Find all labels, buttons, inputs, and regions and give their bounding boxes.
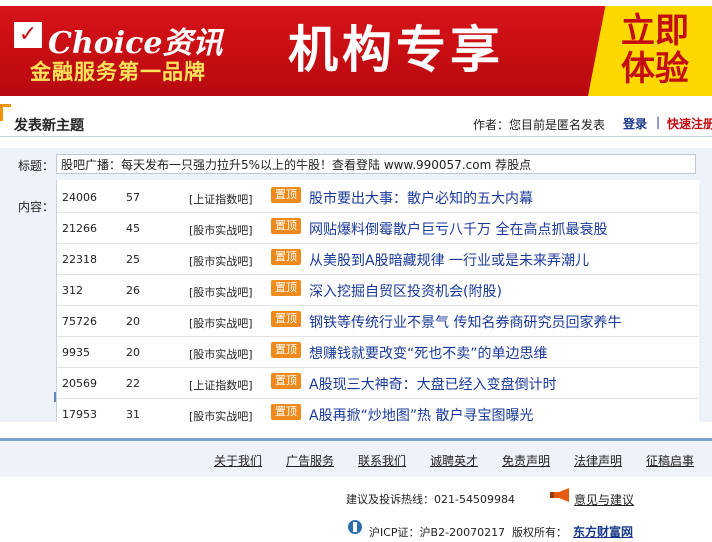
category-label[interactable]: [股市实战吧] — [189, 346, 253, 362]
ad-banner[interactable]: ✓ Choice资讯 金融服务第一品牌 机构专享 立即体验 — [0, 0, 712, 96]
link-separator: | — [656, 115, 661, 129]
category-label[interactable]: [上证指数吧] — [189, 377, 253, 393]
views-count: 9935 — [62, 346, 90, 359]
pinned-badge: 置顶 — [271, 342, 301, 358]
replies-count: 57 — [126, 191, 140, 204]
page-title: 发表新主题 — [14, 118, 84, 134]
topic-link[interactable]: 股市要出大事：散户必知的五大内幕 — [309, 188, 533, 208]
topic-link[interactable]: 网贴爆料倒霉散户巨亏八千万 全在高点抓最衰股 — [309, 219, 607, 239]
complaint-hotline: 建议及投诉热线：021-54509984 — [346, 493, 515, 506]
list-item: 20569 22 [上证指数吧] 置顶 A股现三大神奇：大盘已经入变盘倒计时 — [57, 368, 699, 399]
replies-count: 20 — [126, 346, 140, 359]
login-link[interactable]: 登录 — [623, 115, 647, 132]
pinned-badge: 置顶 — [271, 311, 301, 327]
checkmark-icon: ✓ — [14, 22, 42, 48]
register-link[interactable]: 快速注册 — [667, 115, 712, 132]
footer-link-legal[interactable]: 法律声明 — [574, 452, 622, 469]
footer-nav: 关于我们 广告服务 联系我们 诚聘英才 免责声明 法律声明 征稿启事 — [0, 441, 712, 477]
category-label[interactable]: [上证指数吧] — [189, 191, 253, 207]
footer-link-about[interactable]: 关于我们 — [214, 452, 262, 469]
replies-count: 20 — [126, 315, 140, 328]
footer-link-contact[interactable]: 联系我们 — [358, 452, 406, 469]
site-link[interactable]: 东方财富网 — [573, 523, 633, 540]
category-label[interactable]: [股市实战吧] — [189, 315, 253, 331]
views-count: 21266 — [62, 222, 97, 235]
views-count: 20569 — [62, 377, 97, 390]
banner-cta-button[interactable]: 立即体验 — [610, 12, 700, 88]
views-count: 17953 — [62, 408, 97, 421]
pinned-badge: 置顶 — [271, 249, 301, 265]
pinned-badge: 置顶 — [271, 218, 301, 234]
category-label[interactable]: [股市实战吧] — [189, 408, 253, 422]
replies-count: 26 — [126, 284, 140, 297]
footer-link-disclaimer[interactable]: 免责声明 — [502, 452, 550, 469]
topic-link[interactable]: A股再掀“炒地图”热 散户寻宝图曝光 — [309, 405, 534, 422]
content-label: 内容： — [18, 200, 55, 214]
replies-count: 45 — [126, 222, 140, 235]
topic-link[interactable]: 想赚钱就要改变“死也不卖”的单边思维 — [309, 343, 548, 363]
replies-count: 31 — [126, 408, 140, 421]
list-item: 75726 20 [股市实战吧] 置顶 钢铁等传统行业不景气 传知名券商研究员回家养牛 — [57, 306, 699, 337]
footer-link-jobs[interactable]: 诚聘英才 — [430, 452, 478, 469]
views-count: 22318 — [62, 253, 97, 266]
footer-link-ads[interactable]: 广告服务 — [286, 452, 334, 469]
list-item: 312 26 [股市实战吧] 置顶 深入挖掘自贸区投资机会(附股) — [57, 275, 699, 306]
list-item: 22318 25 [股市实战吧] 置顶 从美股到A股暗藏规律 一行业或是未来弄潮儿 — [57, 244, 699, 275]
title-input[interactable]: 股吧广播：每天发布一只强力拉升5%以上的牛股！查看登陆 www.990057.c… — [56, 154, 696, 174]
category-label[interactable]: [股市实战吧] — [189, 222, 253, 238]
list-item: 24006 57 [上证指数吧] 置顶 股市要出大事：散户必知的五大内幕 — [57, 182, 699, 213]
copyright-label: 版权所有： — [512, 526, 567, 539]
pinned-badge: 置顶 — [271, 373, 301, 389]
scrollbar-marker — [54, 392, 56, 402]
list-item: 21266 45 [股市实战吧] 置顶 网贴爆料倒霉散户巨亏八千万 全在高点抓最衰股 — [57, 213, 699, 244]
replies-count: 25 — [126, 253, 140, 266]
replies-count: 22 — [126, 377, 140, 390]
post-form: 标题： 内容： 股吧广播：每天发布一只强力拉升5%以上的牛股！查看登陆 www.… — [0, 148, 712, 422]
banner-slogan: 机构专享 — [288, 21, 504, 79]
views-count: 75726 — [62, 315, 97, 328]
icp-license: 沪ICP证：沪B2-20070217 — [369, 526, 506, 539]
author-status: 作者：您目前是匿名发表 — [473, 118, 606, 132]
feedback-link[interactable]: 意见与建议 — [574, 491, 634, 508]
list-item: 17953 31 [股市实战吧] 置顶 A股再掀“炒地图”热 散户寻宝图曝光 — [57, 399, 699, 422]
content-textarea[interactable]: 24006 57 [上证指数吧] 置顶 股市要出大事：散户必知的五大内幕 21266 45[… — [56, 180, 699, 422]
pinned-badge: 置顶 — [271, 187, 301, 203]
topic-link[interactable]: A股现三大神奇：大盘已经入变盘倒计时 — [309, 374, 557, 394]
banner-tagline: 金融服务第一品牌 — [30, 60, 206, 84]
megaphone-icon — [550, 488, 569, 502]
list-item: 9935 20 [股市实战吧] 置顶 想赚钱就要改变“死也不卖”的单边思维 — [57, 337, 699, 368]
topic-link[interactable]: 深入挖掘自贸区投资机会(附股) — [309, 281, 502, 301]
topic-link[interactable]: 钢铁等传统行业不景气 传知名券商研究员回家养牛 — [309, 312, 621, 332]
category-label[interactable]: [股市实战吧] — [189, 284, 253, 300]
pinned-badge: 置顶 — [271, 280, 301, 296]
views-count: 312 — [62, 284, 83, 297]
views-count: 24006 — [62, 191, 97, 204]
pinned-badge: 置顶 — [271, 404, 301, 420]
footer-link-submissions[interactable]: 征稿启事 — [646, 452, 694, 469]
topic-link[interactable]: 从美股到A股暗藏规律 一行业或是未来弄潮儿 — [309, 250, 589, 270]
category-label[interactable]: [股市实战吧] — [189, 253, 253, 269]
title-label: 标题： — [18, 159, 55, 173]
icp-badge-icon — [348, 520, 362, 534]
post-header: 发表新主题 作者：您目前是匿名发表 登录 | 快速注册 — [0, 110, 712, 137]
